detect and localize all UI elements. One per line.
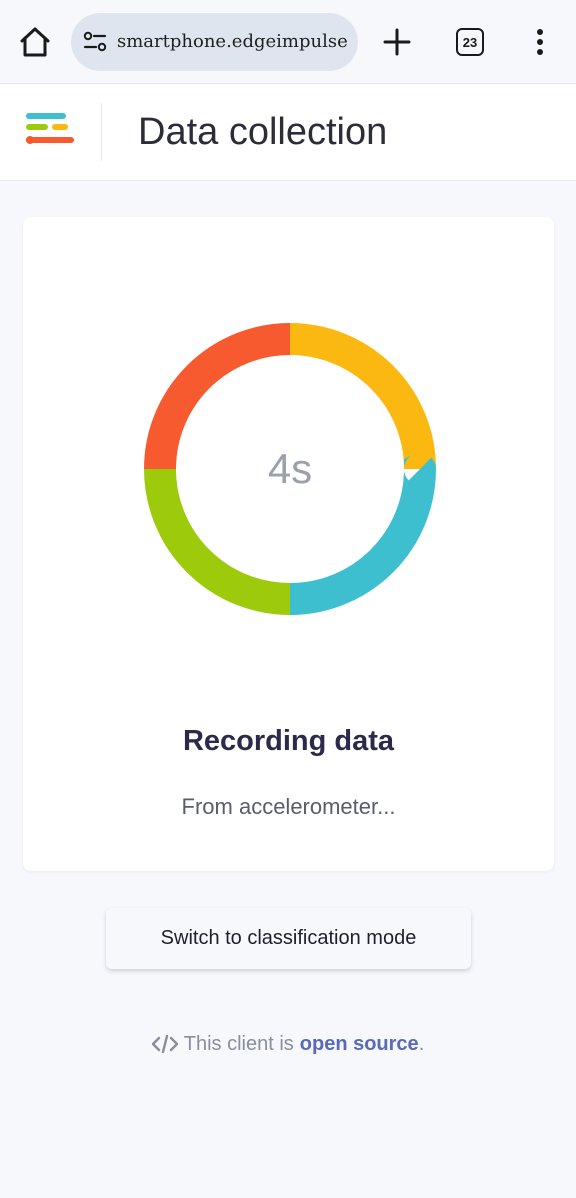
- countdown-timer: 4s: [267, 445, 313, 492]
- recording-card: 4s Recording data From accelerometer...: [23, 217, 554, 871]
- plus-icon[interactable]: [382, 27, 412, 57]
- site-settings-icon[interactable]: [83, 31, 107, 53]
- header-divider: [101, 103, 102, 161]
- browser-toolbar: smartphone.edgeimpulse.com/i 23: [0, 0, 576, 84]
- url-text[interactable]: smartphone.edgeimpulse.com/i: [117, 31, 349, 53]
- code-icon: [151, 1035, 178, 1053]
- more-vert-icon[interactable]: [530, 27, 550, 57]
- status-subtitle: From accelerometer...: [181, 794, 396, 819]
- edge-impulse-logo-icon[interactable]: [24, 111, 76, 151]
- app-header: Data collection: [0, 85, 576, 181]
- home-icon[interactable]: [18, 26, 52, 58]
- tab-switcher-button[interactable]: 23: [456, 28, 484, 56]
- footer-text: This client is: [183, 1032, 294, 1055]
- status-title: Recording data: [182, 725, 395, 757]
- switch-classification-button[interactable]: Switch to classification mode: [106, 908, 471, 969]
- address-bar[interactable]: smartphone.edgeimpulse.com/i: [71, 13, 358, 71]
- page-title: Data collection: [138, 111, 388, 153]
- open-source-link[interactable]: open source: [300, 1033, 419, 1056]
- footer: This client is open source .: [0, 1030, 576, 1058]
- footer-suffix: .: [418, 1032, 425, 1055]
